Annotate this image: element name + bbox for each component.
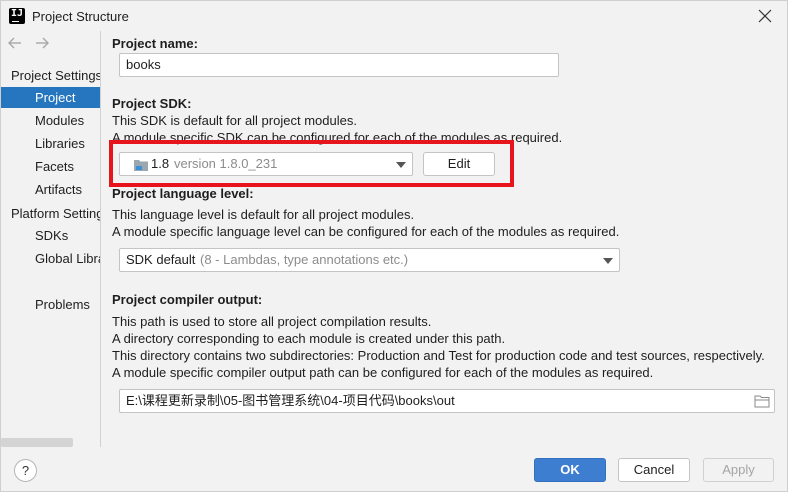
sidebar-horizontal-scrollbar[interactable] <box>1 438 73 447</box>
compiler-output-desc-4: A module specific compiler output path c… <box>112 365 654 380</box>
arrow-left-icon <box>8 37 21 49</box>
compiler-output-label: Project compiler output: <box>112 292 263 307</box>
language-level-label: Project language level: <box>112 186 254 201</box>
dialog-footer: ? OK Cancel Apply <box>1 447 787 491</box>
title-bar: IJ Project Structure <box>1 1 787 31</box>
language-level-desc-1: This language level is default for all p… <box>112 207 415 222</box>
project-structure-dialog: IJ Project Structure Project Settings Pr… <box>0 0 788 492</box>
language-level-selected-detail: (8 - Lambdas, type annotations etc.) <box>200 252 409 267</box>
chevron-down-icon <box>603 258 613 264</box>
compiler-output-path: E:\课程更新录制\05-图书管理系统\04-项目代码\books\out <box>126 393 455 408</box>
help-button[interactable]: ? <box>14 459 37 482</box>
sidebar-item-project[interactable]: Project <box>1 87 100 108</box>
intellij-logo-icon: IJ <box>9 8 25 24</box>
window-title: Project Structure <box>32 9 129 24</box>
apply-button[interactable]: Apply <box>703 458 774 482</box>
sidebar-item-problems[interactable]: Problems <box>1 294 100 315</box>
browse-folder-icon[interactable] <box>754 394 770 408</box>
sidebar-item-facets[interactable]: Facets <box>1 156 100 177</box>
sidebar-item-artifacts[interactable]: Artifacts <box>1 179 100 200</box>
sidebar-item-libraries[interactable]: Libraries <box>1 133 100 154</box>
ok-button[interactable]: OK <box>534 458 606 482</box>
language-level-selected-name: SDK default <box>126 252 196 267</box>
project-sdk-desc-1: This SDK is default for all project modu… <box>112 113 357 128</box>
compiler-output-desc-2: A directory corresponding to each module… <box>112 331 506 346</box>
language-level-desc-2: A module specific language level can be … <box>112 224 620 239</box>
project-name-input[interactable]: books <box>119 53 559 77</box>
sidebar-header-platform-settings: Platform Settings <box>11 206 101 221</box>
project-settings-panel: Project name: books Project SDK: This SD… <box>102 31 788 447</box>
close-icon <box>758 9 772 23</box>
sidebar-item-global-libraries[interactable]: Global Libraries <box>1 248 100 269</box>
compiler-output-desc-3: This directory contains two subdirectori… <box>112 348 765 363</box>
cancel-button[interactable]: Cancel <box>618 458 690 482</box>
sidebar-header-project-settings: Project Settings <box>11 68 101 83</box>
sidebar-item-sdks[interactable]: SDKs <box>1 225 100 246</box>
forward-button[interactable] <box>34 35 50 51</box>
sidebar-item-modules[interactable]: Modules <box>1 110 100 131</box>
back-button[interactable] <box>7 35 23 51</box>
close-button[interactable] <box>753 5 777 27</box>
sidebar: Project Settings Project Modules Librari… <box>1 31 101 447</box>
red-highlight-box <box>109 140 514 187</box>
compiler-output-path-input[interactable]: E:\课程更新录制\05-图书管理系统\04-项目代码\books\out <box>119 389 775 413</box>
project-name-label: Project name: <box>112 36 198 51</box>
project-sdk-label: Project SDK: <box>112 96 192 111</box>
language-level-select[interactable]: SDK default (8 - Lambdas, type annotatio… <box>119 248 620 272</box>
compiler-output-desc-1: This path is used to store all project c… <box>112 314 432 329</box>
arrow-right-icon <box>36 37 49 49</box>
